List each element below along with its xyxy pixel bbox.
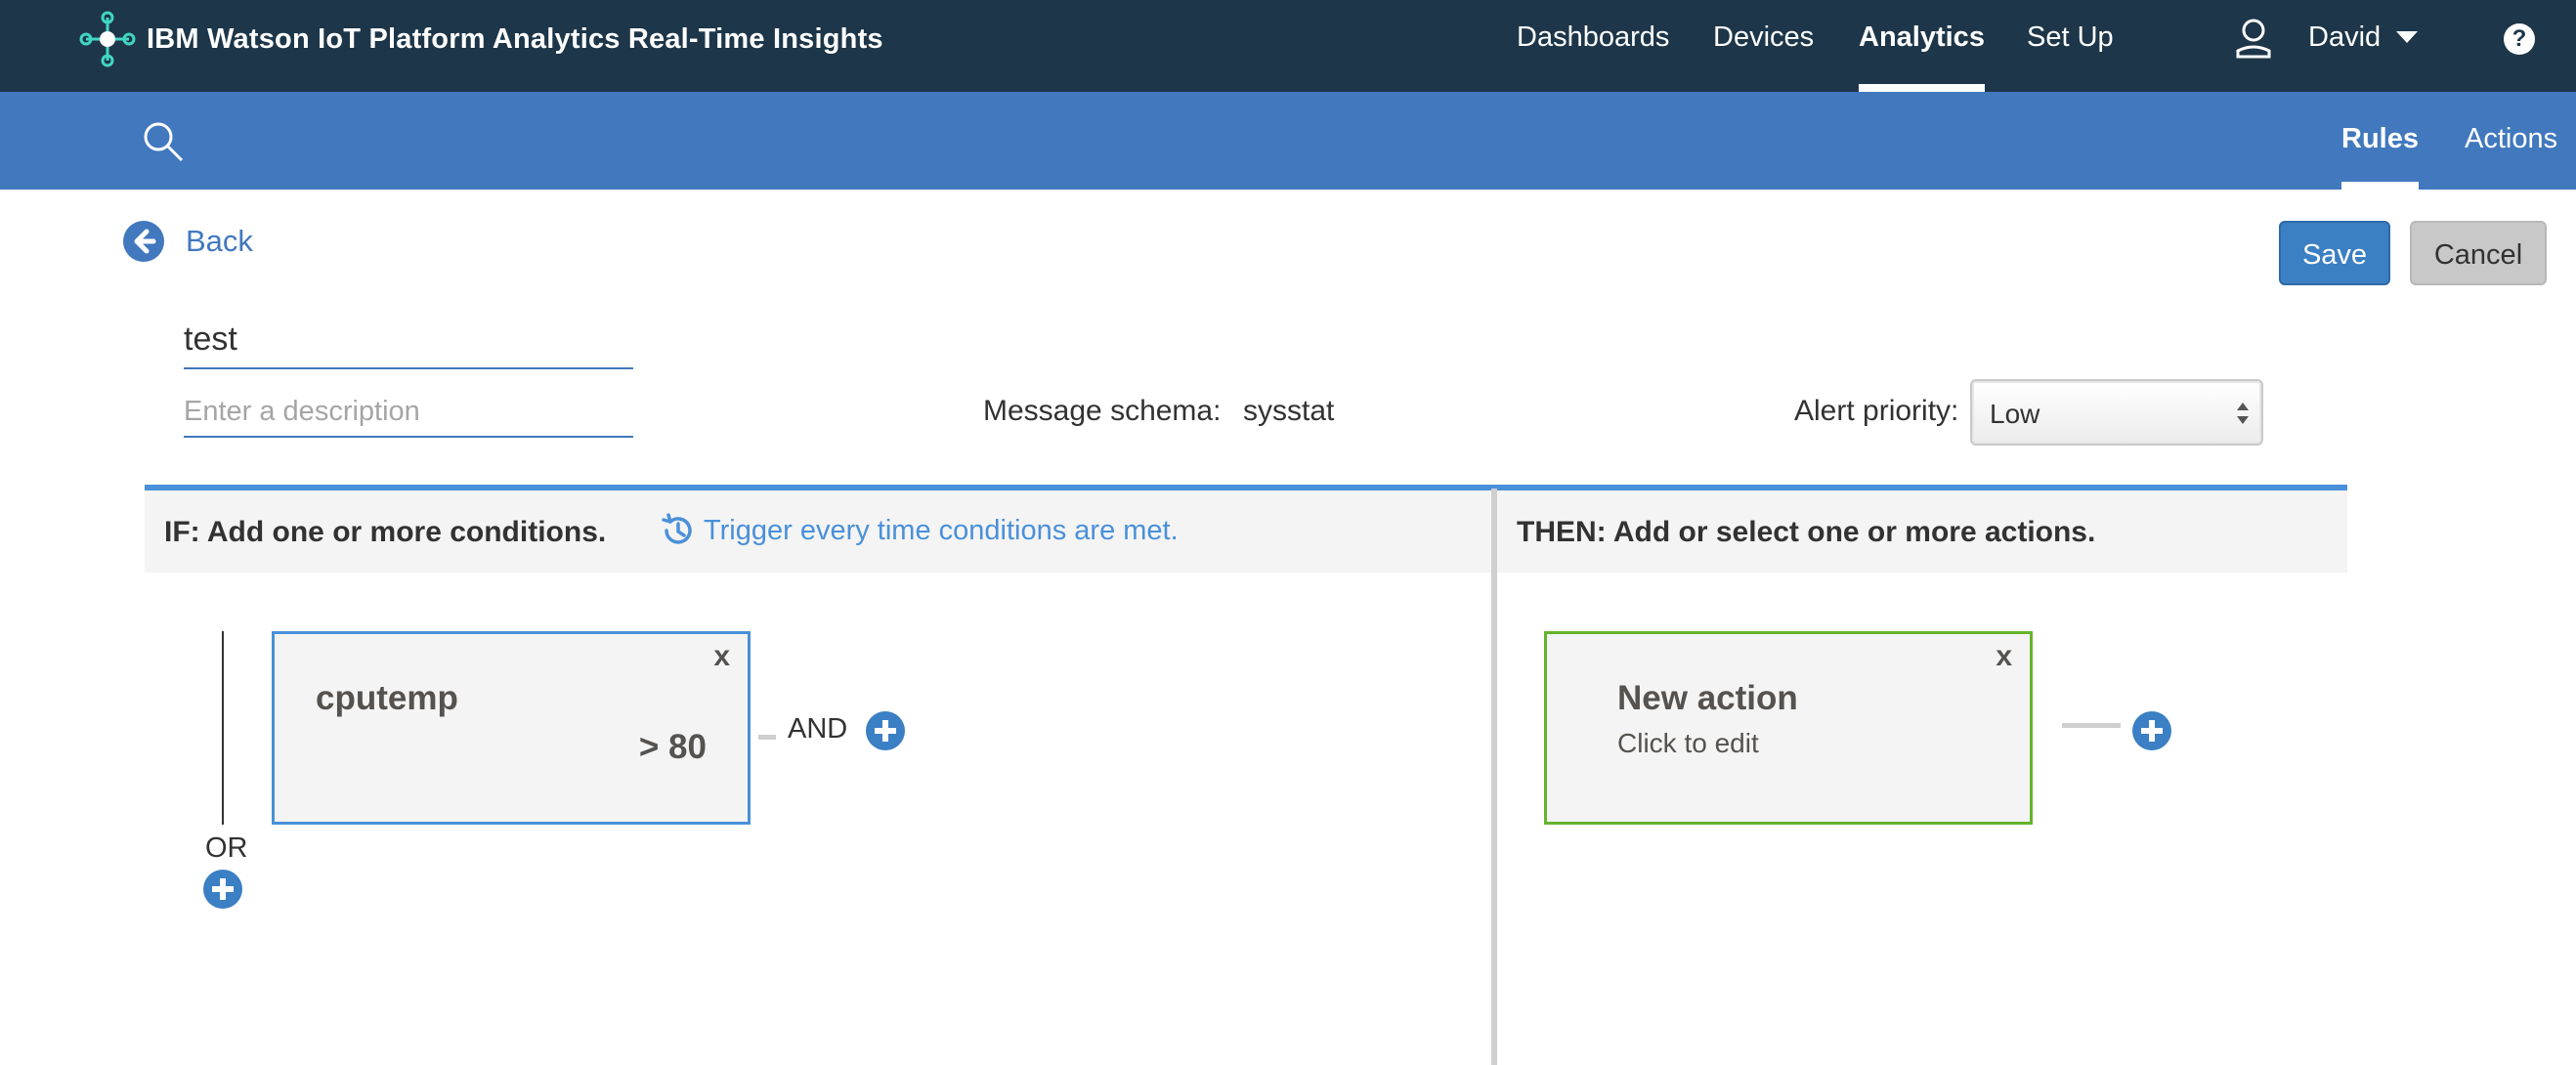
alert-priority-label: Alert priority: — [1794, 395, 1959, 427]
alert-priority-select[interactable]: Low — [1970, 379, 2263, 446]
action-connector-line — [2062, 723, 2121, 728]
condition-expression: > 80 — [638, 728, 707, 766]
message-schema-value: sysstat — [1243, 395, 1335, 427]
user-menu[interactable]: David — [2308, 21, 2381, 54]
rule-name-input[interactable] — [184, 315, 633, 369]
alert-priority-value: Low — [1990, 399, 2040, 429]
search-icon[interactable] — [143, 121, 184, 162]
chevron-down-icon[interactable] — [2396, 31, 2418, 43]
tab-rules[interactable]: Rules — [2341, 123, 2419, 190]
arrow-left-circle-icon — [123, 221, 164, 262]
cancel-button[interactable]: Cancel — [2410, 221, 2547, 285]
remove-condition-icon[interactable]: x — [713, 640, 730, 673]
top-nav-bar: IBM Watson IoT Platform Analytics Real-T… — [0, 0, 2576, 92]
condition-property: cputemp — [316, 679, 458, 717]
and-connector-line — [758, 735, 776, 740]
and-label: AND — [788, 713, 848, 745]
condition-card[interactable]: x cputemp > 80 — [272, 631, 751, 825]
trigger-setting-link[interactable]: Trigger every time conditions are met. — [659, 512, 1179, 549]
action-subtitle: Click to edit — [1617, 728, 1759, 758]
iot-logo-icon — [79, 11, 136, 67]
remove-action-icon[interactable]: x — [1996, 640, 2012, 673]
then-panel-title: THEN: Add or select one or more actions. — [1517, 516, 2096, 548]
rule-description-input[interactable] — [184, 387, 633, 438]
nav-devices[interactable]: Devices — [1713, 21, 1814, 92]
back-link[interactable]: Back — [123, 221, 253, 262]
brand[interactable]: IBM Watson IoT Platform Analytics Real-T… — [78, 0, 883, 78]
tab-actions[interactable]: Actions — [2465, 123, 2557, 190]
nav-set-up[interactable]: Set Up — [2027, 21, 2114, 92]
action-card[interactable]: x New action Click to edit — [1544, 631, 2033, 825]
add-action-icon[interactable] — [2132, 711, 2171, 750]
or-label: OR — [205, 832, 248, 864]
help-icon[interactable]: ? — [2504, 23, 2535, 55]
nav-analytics[interactable]: Analytics — [1859, 21, 1985, 92]
select-arrows-icon — [2237, 403, 2249, 424]
message-schema-label: Message schema: — [983, 395, 1222, 427]
rule-editor-page: IBM Watson IoT Platform Analytics Real-T… — [0, 0, 2576, 1065]
sub-nav-bar: Rules Actions — [0, 92, 2576, 190]
save-button[interactable]: Save — [2279, 221, 2390, 285]
add-and-condition-icon[interactable] — [866, 711, 905, 750]
panel-divider — [1491, 489, 1497, 1065]
nav-dashboards[interactable]: Dashboards — [1517, 21, 1669, 92]
if-panel-title: IF: Add one or more conditions. — [164, 516, 607, 548]
action-title: New action — [1617, 679, 1798, 717]
back-label: Back — [186, 224, 253, 258]
or-connector-line — [222, 631, 224, 825]
app-title: IBM Watson IoT Platform Analytics Real-T… — [147, 22, 883, 55]
add-or-condition-icon[interactable] — [203, 870, 242, 909]
user-icon[interactable] — [2236, 18, 2271, 59]
trigger-label: Trigger every time conditions are met. — [704, 514, 1179, 546]
history-icon — [662, 513, 692, 544]
